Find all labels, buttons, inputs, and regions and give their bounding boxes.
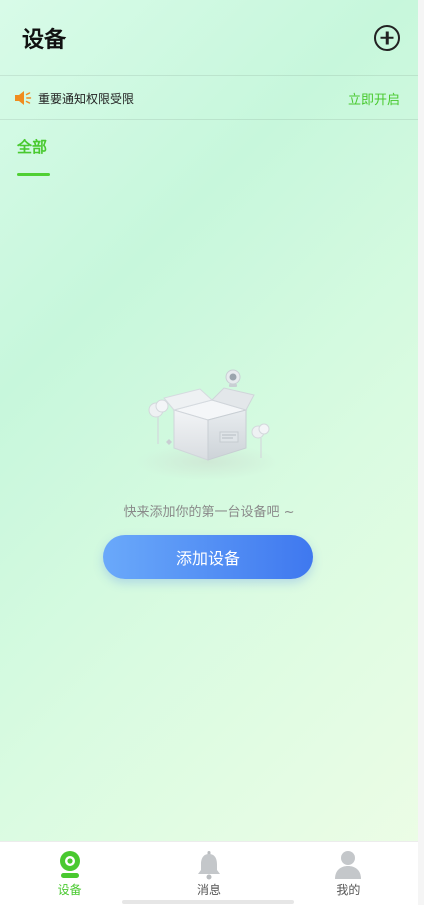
empty-state-message: 快来添加你的第一台设备吧 ~	[123, 505, 295, 520]
page-title: 设备	[22, 27, 67, 53]
active-tab-indicator	[17, 173, 50, 176]
enable-now-link[interactable]: 立即开启	[348, 89, 400, 108]
add-device-icon[interactable]	[374, 24, 400, 51]
nav-item-messages[interactable]: 消息	[139, 842, 278, 905]
nav-label-devices: 设备	[57, 883, 82, 897]
speaker-icon	[15, 91, 32, 105]
home-indicator	[122, 900, 294, 904]
user-icon	[335, 851, 362, 879]
nav-item-profile[interactable]: 我的	[279, 842, 418, 905]
app-screen: 设备 重要通知权限受限 立即开启 全部 快来添加你的第一台设备吧 ~ 添加设备 …	[0, 0, 418, 905]
nav-item-devices[interactable]: 设备	[0, 842, 139, 905]
nav-label-profile: 我的	[336, 883, 361, 897]
bottom-navigation: 设备 消息 我的	[0, 841, 418, 905]
permission-notice-bar: 重要通知权限受限 立即开启	[0, 77, 418, 120]
camera-icon	[59, 851, 80, 878]
tab-all[interactable]: 全部	[17, 136, 47, 157]
device-group-tabs: 全部	[17, 136, 50, 176]
notice-content: 重要通知权限受限	[14, 90, 134, 107]
nav-label-messages: 消息	[196, 883, 221, 897]
notice-text: 重要通知权限受限	[38, 91, 135, 106]
bell-icon	[197, 851, 220, 880]
add-device-button[interactable]: 添加设备	[103, 535, 313, 579]
empty-box-icon	[136, 369, 280, 480]
top-bar: 设备	[0, 0, 418, 76]
